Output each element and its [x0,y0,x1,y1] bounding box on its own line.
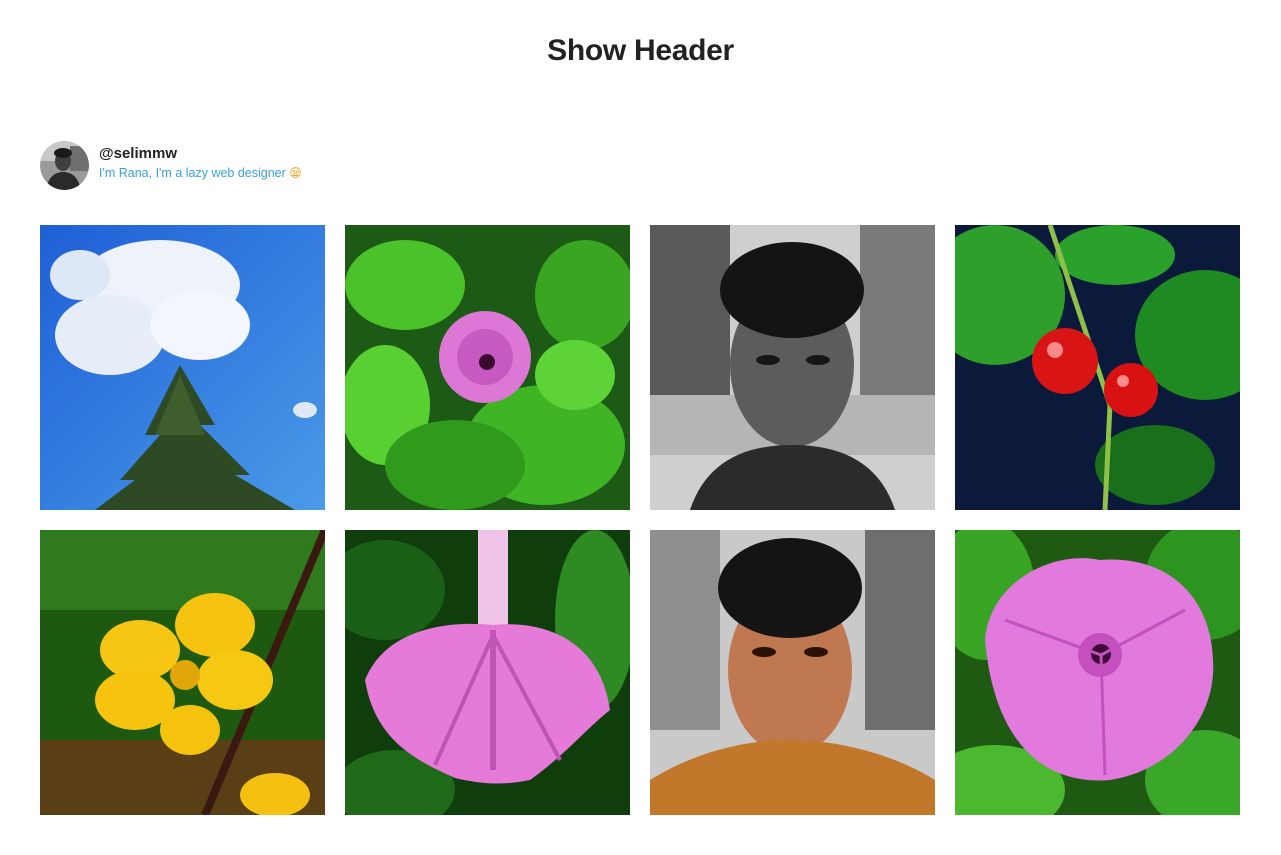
red-berries-image [955,225,1240,510]
profile-header: @selimmw I'm Rana, I'm a lazy web design… [40,140,302,190]
bio-text: I'm Rana, I'm a lazy web designer [99,165,286,180]
portrait-bw-image [650,225,935,510]
pink-flower-front-image [955,530,1240,815]
photo-portrait-color[interactable] [650,530,935,815]
yellow-flower-image [40,530,325,815]
photo-red-berries[interactable] [955,225,1240,510]
pink-flower-trumpet-image [345,530,630,815]
sleepy-face-icon: 😪 [289,165,302,180]
pink-flower-leaves-image [345,225,630,510]
profile-text: @selimmw I'm Rana, I'm a lazy web design… [99,145,302,182]
username[interactable]: @selimmw [99,145,302,163]
bio: I'm Rana, I'm a lazy web designer 😪 [99,165,302,182]
portrait-color-image [650,530,935,815]
page-title: Show Header [547,34,734,67]
photo-pink-flower-front[interactable] [955,530,1240,815]
avatar[interactable] [40,140,89,190]
photo-portrait-bw[interactable] [650,225,935,510]
photo-grid [40,225,1240,815]
photo-pink-flower-leaves[interactable] [345,225,630,510]
sky-tree-image [40,225,325,510]
photo-sky-tree[interactable] [40,225,325,510]
photo-yellow-flower[interactable] [40,530,325,815]
photo-pink-flower-trumpet[interactable] [345,530,630,815]
